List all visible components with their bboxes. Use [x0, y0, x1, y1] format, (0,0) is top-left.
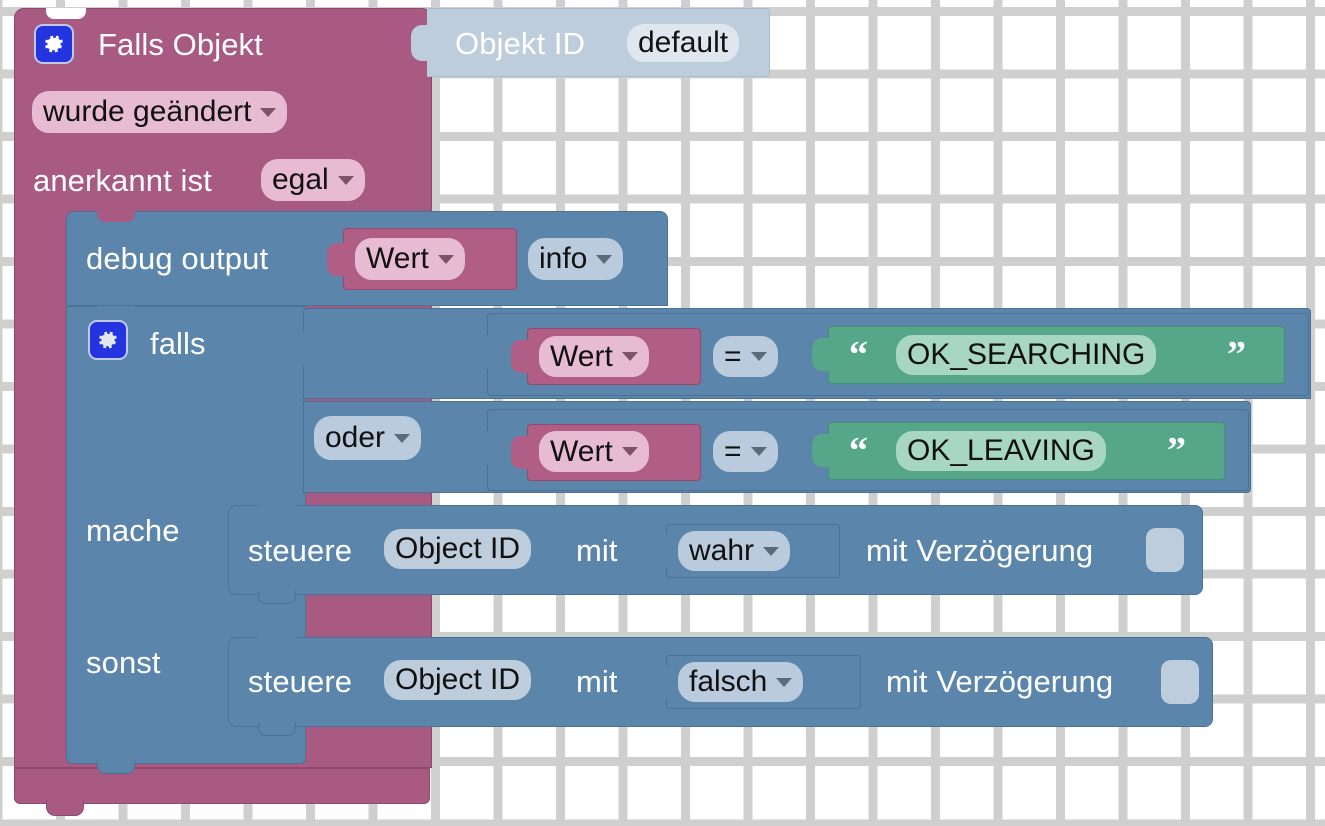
blockly-workspace[interactable]: Falls Objekt Objekt ID default wurde geä…: [0, 0, 1325, 826]
gear-icon[interactable]: [34, 24, 74, 64]
else-object-id-field[interactable]: Object ID: [384, 660, 532, 700]
if-label: falls: [150, 326, 206, 361]
else-label: sonst: [86, 645, 161, 680]
compare-block-1-plug: [471, 335, 491, 369]
do-statement-bottom-notch: [258, 591, 296, 604]
chevron-down-icon: [394, 433, 411, 443]
compare-1-right-plug: [812, 338, 832, 371]
quote-open-icon: “: [849, 334, 868, 376]
event-block-bottom-notch: [46, 800, 84, 816]
else-verb-label: steuere: [248, 664, 353, 699]
compare-2-left-text: Wert: [550, 434, 613, 468]
chevron-down-icon: [260, 107, 277, 117]
do-delay-label: mit Verzögerung: [866, 533, 1094, 568]
chevron-down-icon: [750, 447, 767, 456]
else-value-plug: [650, 666, 670, 698]
objekt-id-value-text: default: [638, 26, 729, 59]
compare-2-operator-dropdown[interactable]: =: [713, 431, 778, 472]
do-value-dropdown-text: wahr: [689, 534, 755, 567]
compare-2-left-plug: [511, 436, 531, 469]
else-with-label: mit: [576, 664, 618, 699]
do-object-id-field[interactable]: Object ID: [384, 529, 532, 569]
chevron-down-icon: [750, 352, 767, 361]
logic-operator-text: oder: [325, 421, 386, 454]
debug-output-label: debug output: [86, 241, 269, 276]
else-statement-top-notch: [258, 637, 296, 648]
do-value-dropdown[interactable]: wahr: [678, 531, 791, 571]
compare-2-operator-text: =: [724, 434, 742, 468]
chevron-down-icon: [596, 254, 613, 264]
do-label: mache: [86, 513, 180, 548]
compare-1-right-text-field[interactable]: OK_SEARCHING: [896, 335, 1157, 375]
compare-2-right-text-field[interactable]: OK_LEAVING: [896, 431, 1106, 471]
objekt-id-plug: [411, 25, 433, 61]
debug-value-dropdown[interactable]: Wert: [355, 238, 465, 280]
event-title: Falls Objekt: [98, 27, 263, 62]
compare-2-right-text: OK_LEAVING: [907, 434, 1095, 467]
chevron-down-icon: [437, 254, 454, 264]
do-delay-input-socket[interactable]: [1146, 528, 1184, 572]
else-object-id-text: Object ID: [395, 663, 521, 696]
debug-value-dropdown-text: Wert: [366, 242, 429, 275]
debug-level-dropdown-text: info: [539, 242, 588, 275]
trigger-dropdown[interactable]: wurde geändert: [32, 91, 288, 133]
compare-1-operator-text: =: [724, 339, 742, 373]
logic-operator-dropdown[interactable]: oder: [314, 416, 422, 460]
do-value-plug: [650, 535, 670, 567]
else-delay-input-socket[interactable]: [1161, 660, 1199, 704]
else-statement-bottom-notch: [258, 723, 296, 736]
if-block-top-notch: [97, 306, 135, 317]
compare-1-left-plug: [511, 340, 531, 373]
objekt-id-label: Objekt ID: [455, 26, 586, 61]
do-object-id-text: Object ID: [395, 532, 521, 565]
debug-value-plug: [327, 243, 347, 276]
ack-label: anerkannt ist: [33, 163, 212, 198]
ack-dropdown[interactable]: egal: [261, 159, 365, 201]
debug-level-dropdown[interactable]: info: [528, 238, 624, 280]
ack-dropdown-text: egal: [272, 163, 329, 196]
logic-operation-plug: [287, 332, 307, 366]
chevron-down-icon: [763, 546, 780, 556]
compare-1-left-dropdown[interactable]: Wert: [539, 336, 649, 377]
chevron-down-icon: [337, 175, 354, 185]
quote-open-icon: “: [849, 430, 868, 472]
compare-1-right-text: OK_SEARCHING: [907, 338, 1146, 371]
chevron-down-icon: [621, 447, 638, 456]
do-with-label: mit: [576, 533, 618, 568]
gear-icon[interactable]: [88, 320, 128, 360]
compare-2-right-plug: [812, 434, 832, 467]
event-block-top-notch: [46, 8, 86, 19]
quote-close-icon: ”: [1227, 334, 1246, 376]
if-block-bottom-notch: [97, 760, 135, 774]
compare-1-left-text: Wert: [550, 339, 613, 373]
else-value-dropdown[interactable]: falsch: [678, 662, 804, 702]
debug-block-top-notch: [97, 211, 135, 222]
trigger-dropdown-text: wurde geändert: [43, 95, 252, 128]
chevron-down-icon: [776, 677, 793, 687]
compare-block-2-plug: [471, 431, 491, 465]
chevron-down-icon: [621, 352, 638, 361]
objekt-id-value-field[interactable]: default: [627, 24, 740, 62]
else-value-dropdown-text: falsch: [689, 665, 768, 698]
compare-2-left-dropdown[interactable]: Wert: [539, 431, 649, 472]
quote-close-icon: ”: [1167, 430, 1186, 472]
do-statement-top-notch: [258, 505, 296, 516]
else-delay-label: mit Verzögerung: [886, 664, 1114, 699]
do-verb-label: steuere: [248, 533, 353, 568]
compare-1-operator-dropdown[interactable]: =: [713, 336, 778, 377]
event-block-footer[interactable]: [14, 768, 430, 804]
